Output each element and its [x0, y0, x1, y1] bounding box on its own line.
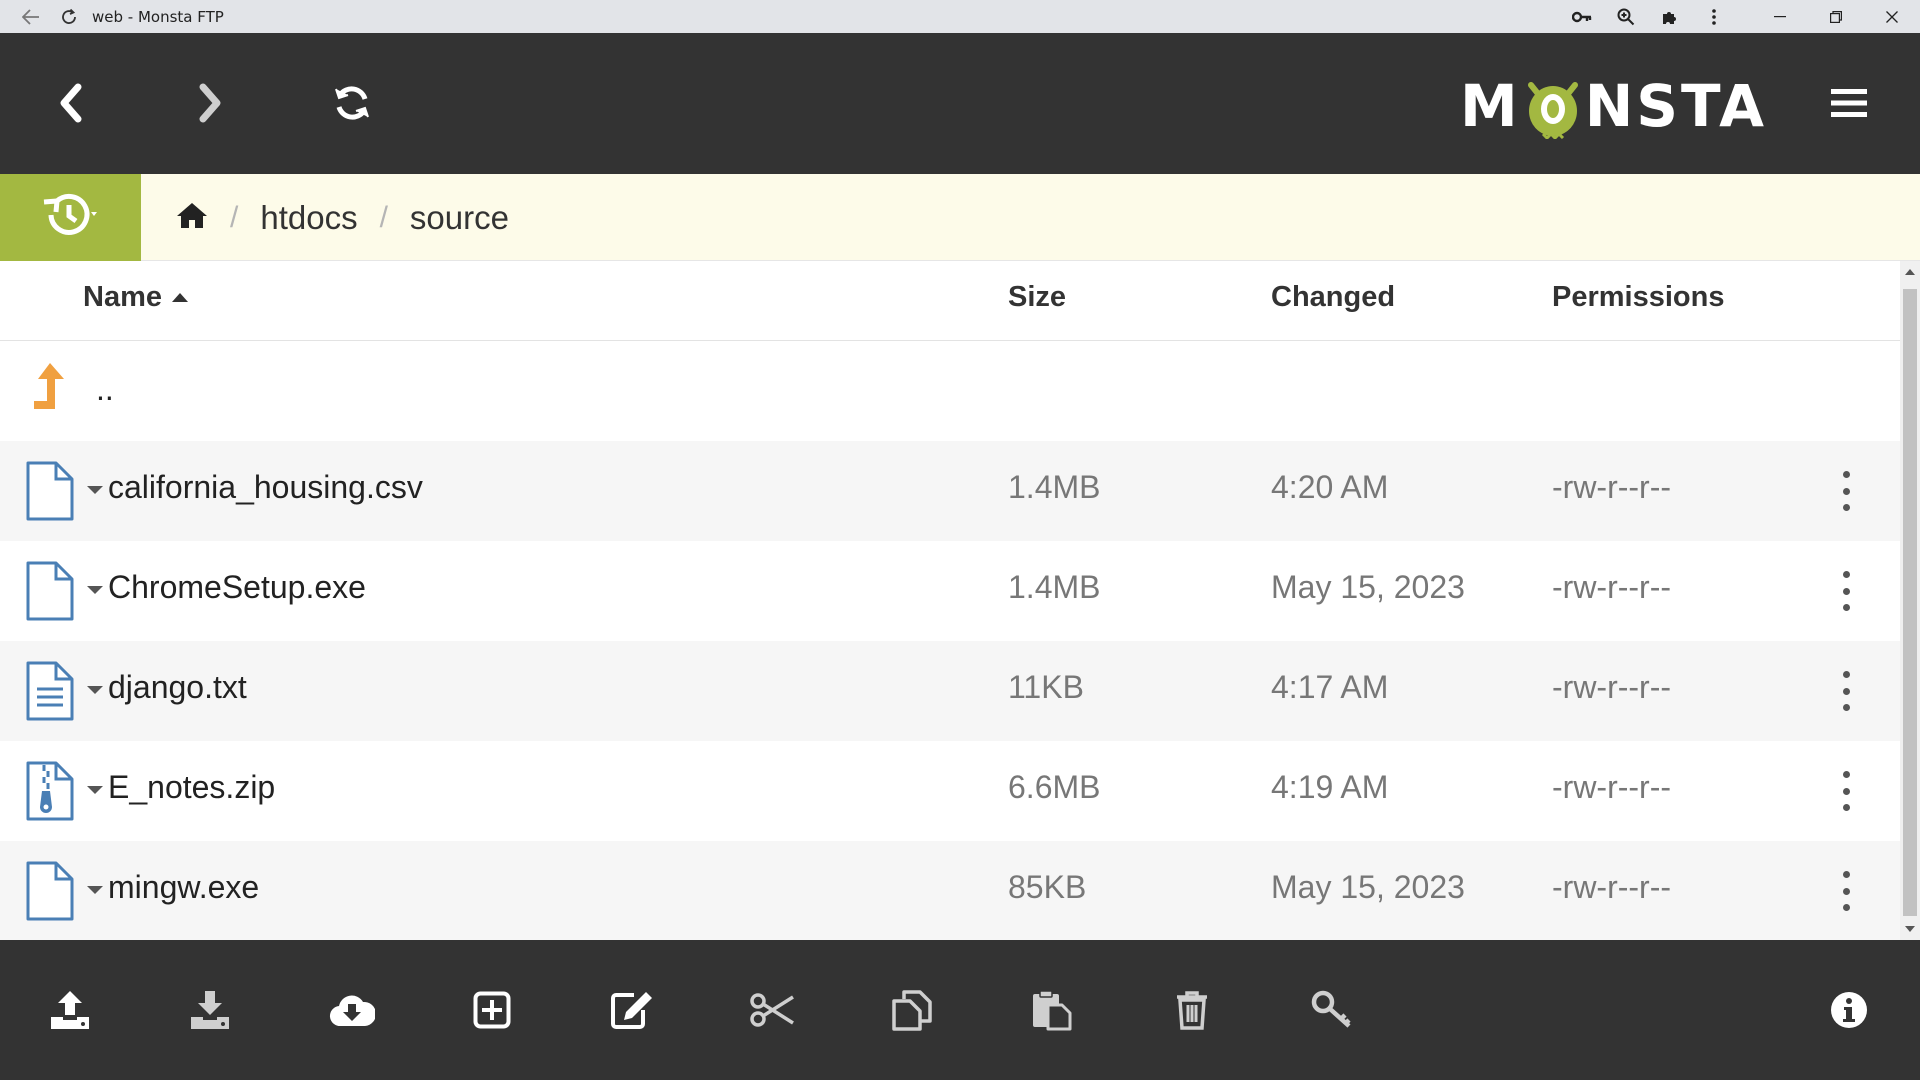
copy-icon[interactable] — [877, 980, 947, 1040]
file-row[interactable]: ChromeSetup.exe 1.4MB May 15, 2023 -rw-r… — [0, 541, 1900, 641]
file-permissions: -rw-r--r-- — [1552, 569, 1672, 605]
breadcrumb-htdocs[interactable]: htdocs — [260, 199, 357, 237]
scrollbar-thumb[interactable] — [1903, 289, 1917, 916]
file-caret-icon[interactable] — [87, 586, 103, 594]
home-icon[interactable] — [176, 199, 208, 237]
file-row[interactable]: django.txt 11KB 4:17 AM -rw-r--r-- — [0, 641, 1900, 741]
file-caret-icon[interactable] — [87, 686, 103, 694]
history-icon — [39, 190, 103, 245]
file-changed: 4:17 AM — [1271, 669, 1389, 705]
column-header-row: Name Size Changed Permissions — [0, 261, 1900, 341]
row-menu-icon[interactable] — [1832, 571, 1860, 611]
cut-icon[interactable] — [737, 980, 807, 1040]
file-name[interactable]: california_housing.csv — [108, 469, 423, 506]
column-changed-header[interactable]: Changed — [1271, 281, 1395, 314]
file-row[interactable]: mingw.exe 85KB May 15, 2023 -rw-r--r-- — [0, 841, 1900, 940]
edit-icon[interactable] — [597, 980, 667, 1040]
file-permissions: -rw-r--r-- — [1552, 769, 1672, 805]
row-menu-icon[interactable] — [1832, 771, 1860, 811]
app-header: M NSTA — [0, 33, 1920, 174]
file-size: 11KB — [1008, 669, 1084, 705]
reload-icon[interactable] — [54, 0, 84, 33]
row-menu-icon[interactable] — [1832, 671, 1860, 711]
upload-icon[interactable] — [35, 980, 105, 1040]
window-title: web - Monsta FTP — [92, 7, 224, 26]
close-icon[interactable] — [1864, 0, 1920, 33]
extensions-icon[interactable] — [1648, 0, 1692, 33]
zoom-icon[interactable] — [1604, 0, 1648, 33]
file-icon — [24, 861, 76, 921]
window-titlebar: web - Monsta FTP — [0, 0, 1920, 33]
vertical-scrollbar[interactable] — [1900, 261, 1920, 940]
file-list: Name Size Changed Permissions .. califor… — [0, 261, 1900, 940]
new-item-icon[interactable] — [457, 980, 527, 1040]
permissions-key-icon[interactable] — [1297, 980, 1367, 1040]
file-caret-icon[interactable] — [87, 886, 103, 894]
breadcrumb: / htdocs / source — [176, 174, 509, 261]
level-up-icon — [30, 361, 72, 413]
history-button[interactable] — [0, 174, 141, 261]
restore-icon[interactable] — [1808, 0, 1864, 33]
refresh-icon[interactable] — [317, 68, 387, 138]
monsta-logo: M NSTA — [1460, 71, 1767, 141]
file-row[interactable]: E_notes.zip 6.6MB 4:19 AM -rw-r--r-- — [0, 741, 1900, 841]
file-changed: May 15, 2023 — [1271, 869, 1465, 905]
download-icon[interactable] — [175, 980, 245, 1040]
file-changed: 4:20 AM — [1271, 469, 1389, 505]
chevron-left-icon[interactable] — [36, 68, 106, 138]
more-vert-icon[interactable] — [1692, 0, 1736, 33]
file-size: 1.4MB — [1008, 569, 1101, 605]
file-caret-icon[interactable] — [87, 486, 103, 494]
file-size: 6.6MB — [1008, 769, 1101, 805]
file-icon — [24, 561, 76, 621]
file-size: 85KB — [1008, 869, 1087, 905]
key-icon[interactable] — [1560, 0, 1604, 33]
minimize-icon[interactable] — [1752, 0, 1808, 33]
cloud-download-icon[interactable] — [317, 980, 387, 1040]
file-permissions: -rw-r--r-- — [1552, 469, 1672, 505]
monsta-ftp-window: web - Monsta FTP M NSTA / htdocs / sourc… — [0, 0, 1920, 1080]
file-changed: 4:19 AM — [1271, 769, 1389, 805]
parent-directory-row[interactable]: .. — [0, 341, 1900, 441]
breadcrumb-bar: / htdocs / source — [0, 174, 1920, 261]
column-name-label: Name — [83, 281, 162, 313]
file-size: 1.4MB — [1008, 469, 1101, 505]
bottom-toolbar — [0, 940, 1920, 1080]
zip-file-icon — [24, 761, 76, 821]
scroll-down-arrow-icon[interactable] — [1905, 926, 1915, 932]
logo-text-right: NSTA — [1584, 72, 1767, 140]
row-menu-icon[interactable] — [1832, 871, 1860, 911]
back-arrow-icon[interactable] — [16, 0, 46, 33]
file-row[interactable]: california_housing.csv 1.4MB 4:20 AM -rw… — [0, 441, 1900, 541]
delete-icon[interactable] — [1157, 980, 1227, 1040]
column-name-header[interactable]: Name — [83, 281, 188, 314]
parent-directory-label: .. — [96, 371, 114, 407]
sort-ascending-icon — [172, 293, 188, 302]
file-permissions: -rw-r--r-- — [1552, 669, 1672, 705]
file-icon — [24, 461, 76, 521]
breadcrumb-source[interactable]: source — [410, 199, 509, 237]
breadcrumb-separator: / — [379, 200, 388, 234]
column-size-header[interactable]: Size — [1008, 281, 1066, 314]
scroll-up-arrow-icon[interactable] — [1905, 269, 1915, 275]
file-name[interactable]: E_notes.zip — [108, 769, 275, 806]
row-menu-icon[interactable] — [1832, 471, 1860, 511]
file-name[interactable]: ChromeSetup.exe — [108, 569, 366, 606]
info-icon[interactable] — [1814, 980, 1884, 1040]
breadcrumb-separator: / — [230, 200, 239, 234]
logo-text-left: M — [1460, 72, 1521, 140]
file-name[interactable]: mingw.exe — [108, 869, 259, 906]
text-file-icon — [24, 661, 76, 721]
column-permissions-header[interactable]: Permissions — [1552, 281, 1724, 314]
file-name[interactable]: django.txt — [108, 669, 247, 706]
file-permissions: -rw-r--r-- — [1552, 869, 1672, 905]
hamburger-menu-icon[interactable] — [1814, 68, 1884, 138]
file-caret-icon[interactable] — [87, 786, 103, 794]
monster-logo-icon — [1523, 77, 1583, 141]
window-controls — [1560, 0, 1920, 33]
chevron-right-icon[interactable] — [175, 68, 245, 138]
paste-icon[interactable] — [1017, 980, 1087, 1040]
file-changed: May 15, 2023 — [1271, 569, 1465, 605]
